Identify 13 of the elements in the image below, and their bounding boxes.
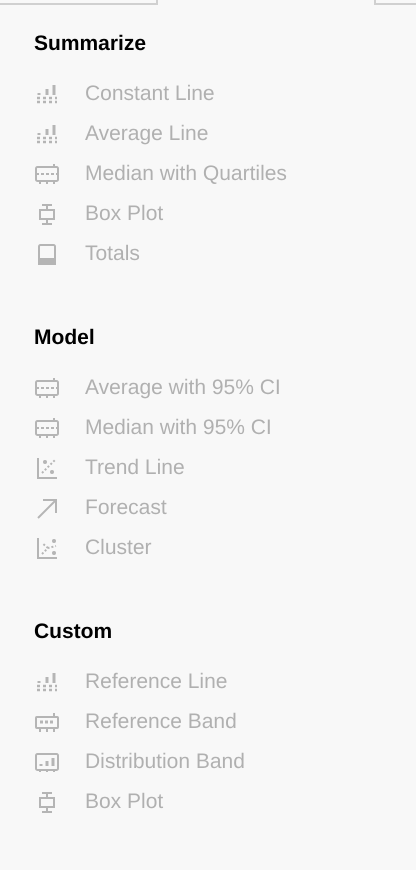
bar-chart-icon [34, 82, 60, 106]
reference-band-icon [34, 710, 60, 734]
section-heading: Custom [34, 619, 112, 645]
scatter-chart-icon [34, 536, 60, 560]
trend-chart-icon [34, 456, 60, 480]
bar-chart-icon [34, 122, 60, 146]
band-chart-icon [34, 162, 60, 186]
band-chart-icon [34, 416, 60, 440]
bar-chart-icon [34, 670, 60, 694]
band-chart-icon [34, 376, 60, 400]
section-heading: Model [34, 325, 95, 351]
section-heading: Summarize [34, 31, 146, 57]
distribution-band-icon [34, 750, 60, 774]
